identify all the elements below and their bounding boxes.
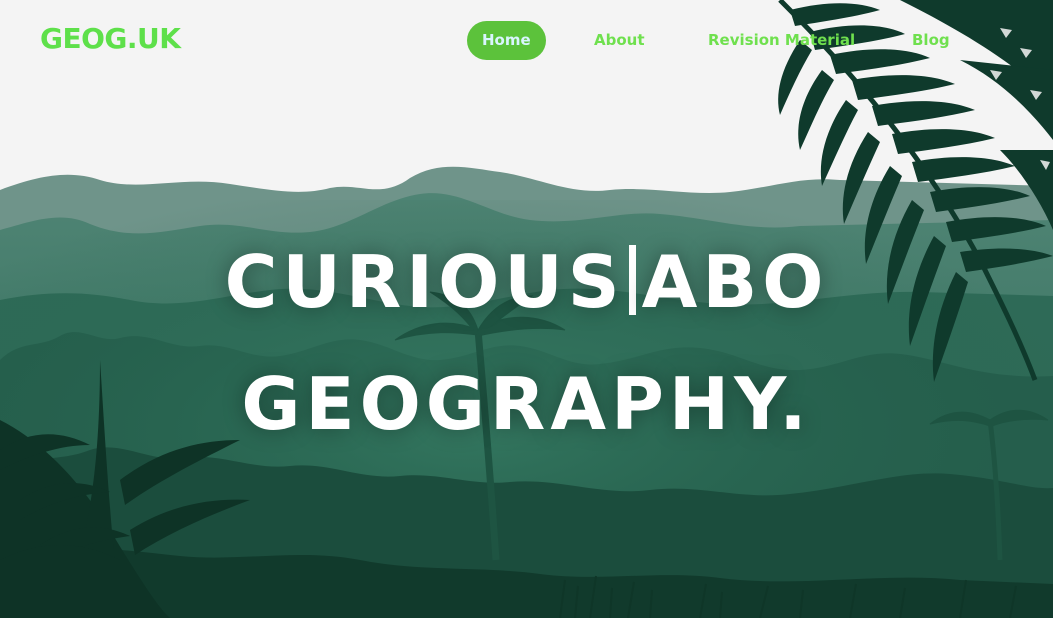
hero-typed-word: CURIOUS	[224, 240, 625, 324]
nav-home[interactable]: Home	[467, 21, 546, 60]
site-logo[interactable]: GEOG.UK	[40, 22, 181, 55]
hero-title-line-1: CURIOUS ABO	[0, 240, 1053, 324]
typing-cursor	[628, 245, 636, 315]
nav-about[interactable]: About	[594, 21, 645, 60]
hero-line-1-rest: ABO	[641, 240, 829, 324]
site-header: GEOG.UK Home About Revision Material Blo…	[0, 0, 1053, 82]
hero-title-line-2: GEOGRAPHY.	[241, 362, 812, 446]
nav-blog[interactable]: Blog	[912, 21, 950, 60]
nav-revision-material[interactable]: Revision Material	[708, 21, 855, 60]
